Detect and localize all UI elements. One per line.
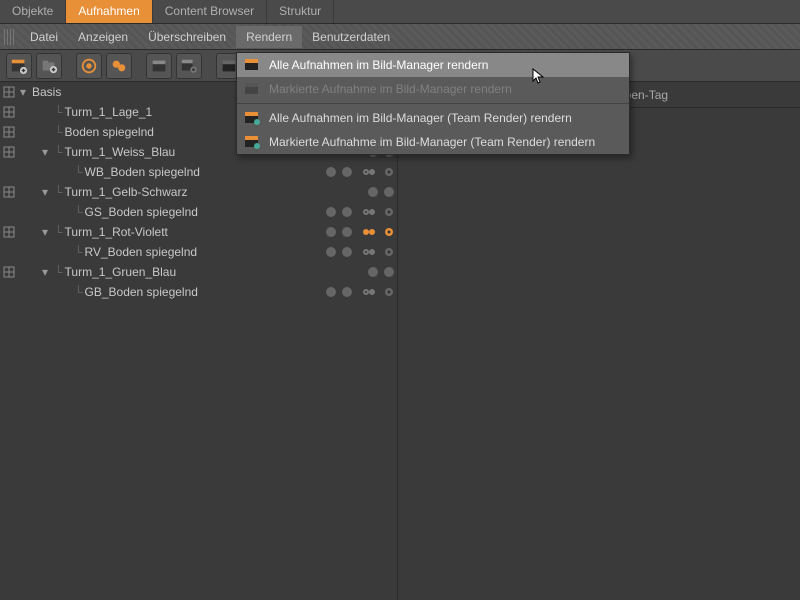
toolbar-folder-add-icon[interactable] — [36, 53, 62, 79]
tree-label: Turm_1_Gelb-Schwarz — [65, 185, 188, 199]
state-dot-icon[interactable] — [326, 207, 336, 217]
right-panel: ppen-Tag — [398, 82, 800, 600]
menu-anzeigen[interactable]: Anzeigen — [68, 26, 138, 48]
collapse-icon[interactable]: ▾ — [20, 85, 30, 99]
dd-label: Markierte Aufnahme im Bild-Manager rende… — [269, 82, 512, 96]
gear-tag-icon[interactable] — [381, 164, 397, 180]
tree-label: RV_Boden spiegelnd — [85, 245, 198, 259]
dd-render-selected: Markierte Aufnahme im Bild-Manager rende… — [237, 77, 629, 101]
top-tabs: Objekte Aufnahmen Content Browser Strukt… — [0, 0, 800, 24]
dd-render-all[interactable]: Alle Aufnahmen im Bild-Manager rendern — [237, 53, 629, 77]
gear-tag-icon[interactable] — [361, 164, 377, 180]
collapse-icon[interactable]: ▾ — [42, 185, 52, 199]
toolbar-clapper-icon[interactable] — [146, 53, 172, 79]
gear-tag-icon[interactable] — [381, 284, 397, 300]
state-dot-icon[interactable] — [326, 167, 336, 177]
tree-label: Basis — [32, 85, 61, 99]
gear-tag-icon[interactable] — [361, 204, 377, 220]
menu-ueberschreiben[interactable]: Überschreiben — [138, 26, 236, 48]
tab-struktur[interactable]: Struktur — [267, 0, 334, 23]
gear-tag-icon[interactable] — [361, 244, 377, 260]
toolbar-blobs-icon[interactable] — [106, 53, 132, 79]
toolbar-clapper-gear-icon[interactable] — [176, 53, 202, 79]
clapper-icon — [243, 56, 261, 74]
collapse-icon[interactable]: ▾ — [42, 145, 52, 159]
menu-rendern[interactable]: Rendern — [236, 26, 302, 48]
state-dot-icon[interactable] — [384, 187, 394, 197]
clapper-team-icon — [243, 109, 261, 127]
tree-row[interactable]: ▾└Turm_1_Gruen_Blau — [0, 262, 397, 282]
menu-datei[interactable]: Datei — [20, 26, 68, 48]
toolbar-clapper-add-icon[interactable] — [6, 53, 32, 79]
dd-label: Alle Aufnahmen im Bild-Manager (Team Ren… — [269, 111, 572, 125]
visibility-icon[interactable] — [2, 185, 16, 199]
menubar: Datei Anzeigen Überschreiben Rendern Ben… — [0, 24, 800, 50]
toolbar-target-icon[interactable] — [76, 53, 102, 79]
dd-render-selected-team[interactable]: Markierte Aufnahme im Bild-Manager (Team… — [237, 130, 629, 154]
clapper-disabled-icon — [243, 80, 261, 98]
visibility-icon[interactable] — [2, 125, 16, 139]
gear-tag-orange-icon[interactable] — [381, 224, 397, 240]
dropdown-separator — [237, 103, 629, 104]
state-dot-icon[interactable] — [342, 167, 352, 177]
tree-panel: ▾ Basis └Turm_1_Lage_1└Boden spiegelnd▾└… — [0, 82, 398, 600]
dd-label: Markierte Aufnahme im Bild-Manager (Team… — [269, 135, 595, 149]
state-dot-icon[interactable] — [326, 247, 336, 257]
collapse-icon[interactable]: ▾ — [42, 225, 52, 239]
tab-objekte[interactable]: Objekte — [0, 0, 66, 23]
visibility-icon[interactable] — [2, 105, 16, 119]
gear-tag-icon[interactable] — [381, 244, 397, 260]
tree-label: Boden spiegelnd — [65, 125, 154, 139]
tab-content-browser[interactable]: Content Browser — [153, 0, 267, 23]
state-dot-icon[interactable] — [342, 247, 352, 257]
gear-tag-icon[interactable] — [361, 284, 377, 300]
tree-label: Turm_1_Rot-Violett — [65, 225, 168, 239]
collapse-icon[interactable]: ▾ — [42, 265, 52, 279]
tree-label: GS_Boden spiegelnd — [85, 205, 198, 219]
tree-label: Turm_1_Gruen_Blau — [65, 265, 177, 279]
tree-row[interactable]: └GB_Boden spiegelnd — [0, 282, 397, 302]
tree-row[interactable]: └GS_Boden spiegelnd — [0, 202, 397, 222]
visibility-icon[interactable] — [2, 85, 16, 99]
tree-label: WB_Boden spiegelnd — [85, 165, 200, 179]
tab-aufnahmen[interactable]: Aufnahmen — [66, 0, 152, 23]
tree-row[interactable]: └WB_Boden spiegelnd — [0, 162, 397, 182]
state-dot-icon[interactable] — [342, 287, 352, 297]
state-dot-icon[interactable] — [326, 287, 336, 297]
state-dot-icon[interactable] — [342, 207, 352, 217]
state-dot-icon[interactable] — [384, 267, 394, 277]
state-dot-icon[interactable] — [368, 187, 378, 197]
state-dot-icon[interactable] — [326, 227, 336, 237]
tree-label: Turm_1_Lage_1 — [65, 105, 153, 119]
dd-render-all-team[interactable]: Alle Aufnahmen im Bild-Manager (Team Ren… — [237, 106, 629, 130]
tree-row[interactable]: ▾└Turm_1_Rot-Violett — [0, 222, 397, 242]
tree-label: Turm_1_Weiss_Blau — [65, 145, 176, 159]
gear-tag-orange-icon[interactable] — [361, 224, 377, 240]
visibility-icon[interactable] — [2, 225, 16, 239]
menu-benutzerdaten[interactable]: Benutzerdaten — [302, 26, 400, 48]
visibility-icon[interactable] — [2, 265, 16, 279]
gear-tag-icon[interactable] — [381, 204, 397, 220]
state-dot-icon[interactable] — [368, 267, 378, 277]
rendern-dropdown: Alle Aufnahmen im Bild-Manager rendern M… — [236, 52, 630, 155]
tree-label: GB_Boden spiegelnd — [85, 285, 198, 299]
tree-row[interactable]: └RV_Boden spiegelnd — [0, 242, 397, 262]
clapper-team-icon — [243, 133, 261, 151]
tree-row[interactable]: ▾└Turm_1_Gelb-Schwarz — [0, 182, 397, 202]
visibility-icon[interactable] — [2, 145, 16, 159]
state-dot-icon[interactable] — [342, 227, 352, 237]
grip-icon — [4, 29, 14, 45]
dd-label: Alle Aufnahmen im Bild-Manager rendern — [269, 58, 488, 72]
